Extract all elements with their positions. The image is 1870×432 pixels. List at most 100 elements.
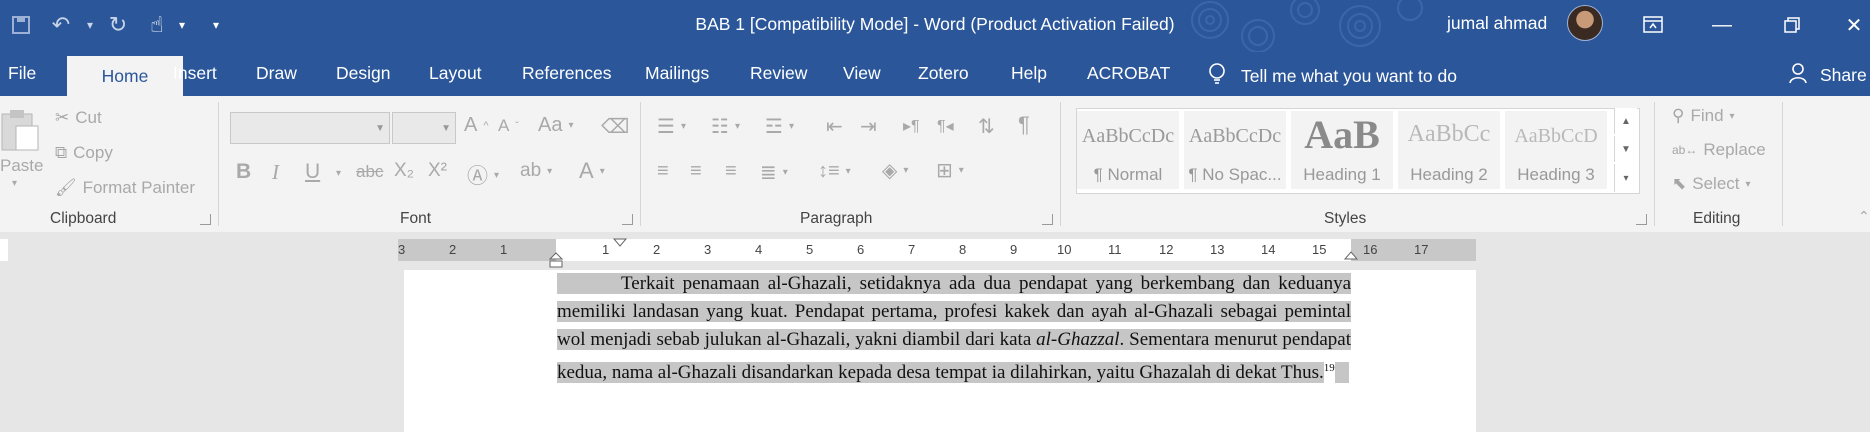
ruler-number: 9 xyxy=(1010,242,1018,257)
font-name-combo[interactable]: ▼ xyxy=(230,112,390,144)
ruler-number: 12 xyxy=(1159,242,1174,257)
clipboard-paste-icon xyxy=(1,110,39,151)
strikethrough-button[interactable]: abc xyxy=(356,162,383,182)
ltr-icon[interactable]: ▸¶ xyxy=(903,116,920,136)
shrink-font-button[interactable]: Aˇ xyxy=(498,116,519,136)
ruler-number: 1 xyxy=(602,242,610,257)
ribbon-display-options-icon[interactable] xyxy=(1623,0,1683,50)
style-heading-1[interactable]: AaB Heading 1 xyxy=(1291,111,1393,189)
font-launcher-icon[interactable] xyxy=(622,214,633,225)
tell-me-search[interactable]: Tell me what you want to do xyxy=(1207,62,1457,91)
multilevel-list-icon[interactable]: ☲ ▾ xyxy=(765,114,794,139)
styles-gallery[interactable]: AaBbCcDc ¶ Normal AaBbCcDc ¶ No Spac... … xyxy=(1076,108,1640,194)
chevron-down-icon: ▼ xyxy=(375,123,385,134)
numbering-icon[interactable]: ☷ ▾ xyxy=(711,114,740,139)
align-right-icon[interactable]: ≡ xyxy=(725,160,737,183)
cursor-icon: ⬉ xyxy=(1672,174,1687,193)
minimize-icon[interactable]: — xyxy=(1692,0,1752,50)
superscript-button[interactable]: X² xyxy=(428,160,447,182)
decrease-indent-icon[interactable]: ⇤ xyxy=(826,114,843,139)
styles-launcher-icon[interactable] xyxy=(1636,214,1647,225)
font-group-label: Font xyxy=(400,210,432,227)
tab-layout[interactable]: Layout xyxy=(429,63,482,84)
right-indent-marker-icon[interactable] xyxy=(1341,249,1361,261)
line-spacing-icon[interactable]: ↕≡ ▾ xyxy=(818,160,851,183)
share-button[interactable]: Share xyxy=(1788,62,1867,89)
style-name: Heading 3 xyxy=(1517,165,1595,184)
tab-zotero[interactable]: Zotero xyxy=(918,63,969,84)
align-left-icon[interactable]: ≡ xyxy=(657,160,669,183)
tab-file[interactable]: File xyxy=(8,63,36,84)
paragraph-launcher-icon[interactable] xyxy=(1042,214,1053,225)
first-line-indent-icon[interactable] xyxy=(610,237,630,249)
align-center-icon[interactable]: ≡ xyxy=(690,160,702,183)
tab-references[interactable]: References xyxy=(522,63,612,84)
format-painter-button[interactable]: 🖌 Format Painter xyxy=(55,178,195,198)
paste-button[interactable]: Paste xyxy=(0,108,43,176)
font-color-button[interactable]: A ▾ xyxy=(579,158,605,184)
select-label: Select xyxy=(1692,174,1740,193)
grow-font-button[interactable]: A ^ xyxy=(464,114,489,137)
tab-acrobat[interactable]: ACROBAT xyxy=(1087,63,1170,84)
paste-label: Paste xyxy=(0,156,44,175)
italic-button[interactable]: I xyxy=(272,160,279,185)
person-icon xyxy=(1788,62,1810,89)
search-icon: ⚲ xyxy=(1672,106,1685,125)
copy-button[interactable]: ⧉ Copy xyxy=(55,143,113,163)
avatar[interactable] xyxy=(1567,5,1603,41)
find-label: Find xyxy=(1690,106,1724,125)
text-effects-icon[interactable]: Ⓐ ▾ xyxy=(467,160,499,190)
tab-insert[interactable]: Insert xyxy=(173,63,217,84)
paste-dropdown-icon[interactable]: ▾ xyxy=(12,178,17,189)
close-icon[interactable]: ✕ xyxy=(1824,0,1870,50)
tab-design[interactable]: Design xyxy=(336,63,390,84)
tab-mailings[interactable]: Mailings xyxy=(645,63,709,84)
underline-dropdown-icon[interactable]: ▾ xyxy=(336,168,341,179)
font-size-combo[interactable]: ▼ xyxy=(392,112,456,144)
gallery-more-icon[interactable]: ▾ xyxy=(1614,164,1637,192)
restore-icon[interactable] xyxy=(1762,0,1822,50)
title-bar: ↶ ▾ ↻ ☝ ▾ ▾ BAB 1 [Compatibility Mode] -… xyxy=(0,0,1870,52)
tab-review[interactable]: Review xyxy=(750,63,807,84)
tab-view[interactable]: View xyxy=(843,63,881,84)
tab-draw[interactable]: Draw xyxy=(256,63,297,84)
find-button[interactable]: ⚲ Find ▾ xyxy=(1672,106,1735,126)
document-paragraph[interactable]: Terkait penamaan al-Ghazali, setidaknya … xyxy=(557,270,1351,387)
tab-help[interactable]: Help xyxy=(1011,63,1047,84)
style-normal[interactable]: AaBbCcDc ¶ Normal xyxy=(1077,111,1179,189)
subscript-button[interactable]: X₂ xyxy=(394,160,414,182)
highlight-icon[interactable]: ab ▾ xyxy=(520,160,552,182)
collapse-ribbon-icon[interactable]: ⌃ xyxy=(1858,208,1870,225)
underline-button[interactable]: U xyxy=(305,160,320,184)
borders-icon[interactable]: ⊞ ▾ xyxy=(936,158,964,183)
style-heading-3[interactable]: AaBbCcD Heading 3 xyxy=(1505,111,1607,189)
change-case-button[interactable]: Aa ▾ xyxy=(538,114,574,137)
rtl-icon[interactable]: ¶◂ xyxy=(937,116,954,136)
format-painter-label: Format Painter xyxy=(82,178,196,197)
gallery-down-icon[interactable]: ▼ xyxy=(1614,136,1637,162)
ribbon-tab-bar: File Home Insert Draw Design Layout Refe… xyxy=(0,52,1870,96)
sort-icon[interactable]: ⇅ xyxy=(978,114,995,139)
user-name[interactable]: jumal ahmad xyxy=(1447,13,1547,34)
increase-indent-icon[interactable]: ⇥ xyxy=(860,114,877,139)
bullets-icon[interactable]: ☰ ▾ xyxy=(657,114,686,139)
select-button[interactable]: ⬉ Select ▾ xyxy=(1672,174,1751,194)
justify-icon[interactable]: ≣ ▾ xyxy=(760,160,788,185)
clipboard-launcher-icon[interactable] xyxy=(200,214,211,225)
shading-icon[interactable]: ◈ ▾ xyxy=(882,158,908,183)
style-heading-2[interactable]: AaBbCc Heading 2 xyxy=(1398,111,1500,189)
bold-button[interactable]: B xyxy=(236,160,251,184)
gallery-up-icon[interactable]: ▲ xyxy=(1614,108,1637,134)
style-no-spacing[interactable]: AaBbCcDc ¶ No Spac... xyxy=(1184,111,1286,189)
horizontal-ruler[interactable]: 3 2 1 1 2 3 4 5 6 7 8 9 10 11 12 13 14 1… xyxy=(398,237,1476,268)
tab-home[interactable]: Home xyxy=(67,56,183,96)
clear-formatting-icon[interactable]: ⌫ xyxy=(601,114,629,139)
footnote-reference[interactable]: 19 xyxy=(1324,362,1335,374)
cut-button[interactable]: ✂ Cut xyxy=(55,108,102,128)
ruler-number: 10 xyxy=(1057,242,1072,257)
ruler-number: 14 xyxy=(1261,242,1276,257)
group-separator xyxy=(218,102,219,226)
show-formatting-icon[interactable]: ¶ xyxy=(1018,112,1030,138)
tab-selector[interactable] xyxy=(0,239,8,261)
replace-button[interactable]: ab↔ Replace xyxy=(1672,140,1766,160)
